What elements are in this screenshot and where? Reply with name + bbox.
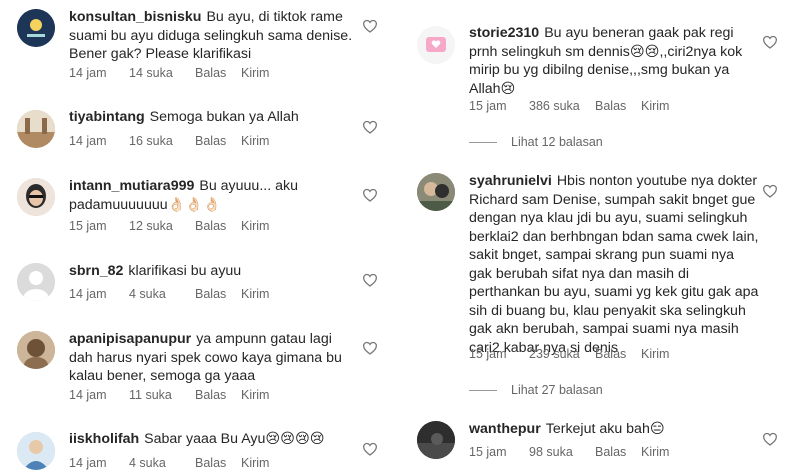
comment-text: Sabar yaaa Bu Ayu😢😢😢😢 xyxy=(144,431,325,447)
divider xyxy=(469,390,497,392)
comment-text: Semoga bukan ya Allah xyxy=(149,109,299,125)
reply-button[interactable]: Balas xyxy=(195,219,241,233)
avatar[interactable] xyxy=(17,263,55,301)
comment-text: Terkejut aku bah😑 xyxy=(545,421,665,437)
send-button[interactable]: Kirim xyxy=(241,219,269,233)
avatar[interactable] xyxy=(17,432,55,470)
like-count[interactable]: 14 suka xyxy=(129,66,195,80)
avatar[interactable] xyxy=(17,110,55,148)
reply-button[interactable]: Balas xyxy=(195,134,241,148)
view-replies-label: Lihat 27 balasan xyxy=(511,383,603,397)
avatar[interactable] xyxy=(17,9,55,47)
username[interactable]: konsultan_bisnisku xyxy=(69,9,201,25)
heart-icon[interactable] xyxy=(762,184,778,198)
timestamp: 15 jam xyxy=(469,347,507,361)
username[interactable]: storie2310 xyxy=(469,25,539,41)
reply-button[interactable]: Balas xyxy=(195,456,241,470)
username[interactable]: intann_mutiara999 xyxy=(69,178,194,194)
send-button[interactable]: Kirim xyxy=(241,134,269,148)
reply-button[interactable]: Balas xyxy=(195,388,241,402)
heart-icon[interactable] xyxy=(762,35,778,49)
like-count[interactable]: 98 suka xyxy=(529,445,595,459)
heart-icon[interactable] xyxy=(362,120,378,134)
timestamp: 14 jam xyxy=(69,134,107,148)
timestamp: 14 jam xyxy=(69,388,107,402)
comment-text: Hbis nonton youtube nya dokter Richard s… xyxy=(469,173,759,356)
avatar[interactable] xyxy=(417,421,455,459)
username[interactable]: sbrn_82 xyxy=(69,263,123,279)
comment-meta: 15 jam 12 suka Balas Kirim xyxy=(69,219,269,233)
timestamp: 15 jam xyxy=(469,99,507,113)
view-replies-button[interactable]: Lihat 27 balasan xyxy=(469,383,603,397)
view-replies-button[interactable]: Lihat 12 balasan xyxy=(469,135,603,149)
timestamp: 14 jam xyxy=(69,456,107,470)
timestamp: 14 jam xyxy=(69,287,107,301)
comment-meta: 14 jam 4 suka Balas Kirim xyxy=(69,287,269,301)
like-count[interactable]: 11 suka xyxy=(129,388,195,402)
send-button[interactable]: Kirim xyxy=(641,99,669,113)
heart-icon[interactable] xyxy=(362,442,378,456)
send-button[interactable]: Kirim xyxy=(641,347,669,361)
like-count[interactable]: 4 suka xyxy=(129,456,195,470)
reply-button[interactable]: Balas xyxy=(595,347,641,361)
avatar[interactable] xyxy=(417,26,455,64)
heart-icon[interactable] xyxy=(362,188,378,202)
avatar[interactable] xyxy=(17,331,55,369)
comment-meta: 15 jam 98 suka Balas Kirim xyxy=(469,445,669,459)
heart-icon[interactable] xyxy=(362,19,378,33)
comment-meta: 14 jam 14 suka Balas Kirim xyxy=(69,66,269,80)
avatar[interactable] xyxy=(17,178,55,216)
send-button[interactable]: Kirim xyxy=(241,287,269,301)
like-count[interactable]: 16 suka xyxy=(129,134,195,148)
timestamp: 15 jam xyxy=(469,445,507,459)
comment-meta: 14 jam 4 suka Balas Kirim xyxy=(69,456,269,470)
comment-meta: 15 jam 386 suka Balas Kirim xyxy=(469,99,669,113)
reply-button[interactable]: Balas xyxy=(195,66,241,80)
heart-icon[interactable] xyxy=(362,341,378,355)
send-button[interactable]: Kirim xyxy=(641,445,669,459)
heart-icon[interactable] xyxy=(762,432,778,446)
divider xyxy=(469,142,497,144)
like-count[interactable]: 4 suka xyxy=(129,287,195,301)
username[interactable]: apanipisapanupur xyxy=(69,331,191,347)
comment-text: klarifikasi bu ayuu xyxy=(128,263,242,279)
avatar[interactable] xyxy=(417,173,455,211)
timestamp: 15 jam xyxy=(69,219,107,233)
reply-button[interactable]: Balas xyxy=(595,99,641,113)
send-button[interactable]: Kirim xyxy=(241,388,269,402)
username[interactable]: syahrunielvi xyxy=(469,173,552,189)
comment-meta: 14 jam 16 suka Balas Kirim xyxy=(69,134,269,148)
like-count[interactable]: 239 suka xyxy=(529,347,595,361)
timestamp: 14 jam xyxy=(69,66,107,80)
view-replies-label: Lihat 12 balasan xyxy=(511,135,603,149)
send-button[interactable]: Kirim xyxy=(241,66,269,80)
username[interactable]: wanthepur xyxy=(469,421,541,437)
comment-meta: 14 jam 11 suka Balas Kirim xyxy=(69,388,269,402)
like-count[interactable]: 12 suka xyxy=(129,219,195,233)
reply-button[interactable]: Balas xyxy=(195,287,241,301)
comment-meta: 15 jam 239 suka Balas Kirim xyxy=(469,347,669,361)
send-button[interactable]: Kirim xyxy=(241,456,269,470)
reply-button[interactable]: Balas xyxy=(595,445,641,459)
username[interactable]: iiskholifah xyxy=(69,431,139,447)
username[interactable]: tiyabintang xyxy=(69,109,145,125)
heart-icon[interactable] xyxy=(362,273,378,287)
like-count[interactable]: 386 suka xyxy=(529,99,595,113)
